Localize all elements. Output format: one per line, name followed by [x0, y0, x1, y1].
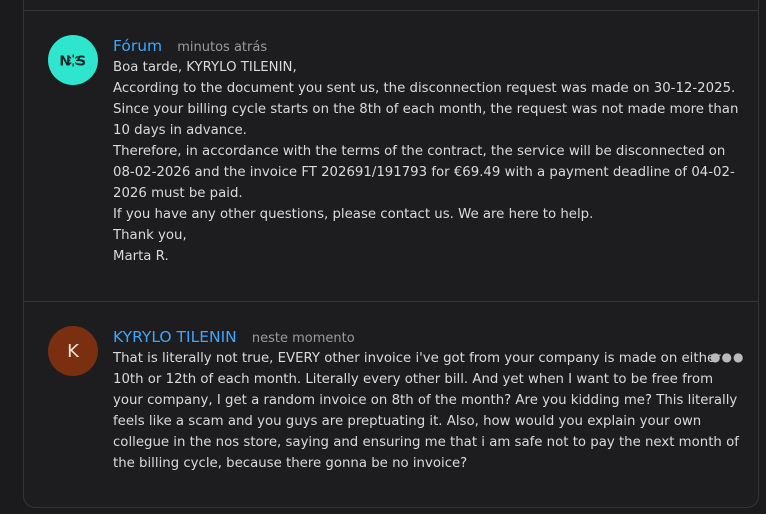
nos-logo-avatar[interactable]: N S	[48, 35, 98, 85]
comment-line: 08-02-2026 and the invoice FT 202691/191…	[113, 165, 735, 180]
comment-line: your company, I get a random invoice on …	[113, 393, 738, 408]
comment-line: That is literally not true, EVERY other …	[113, 351, 721, 366]
nos-logo-icon: N S	[59, 54, 86, 70]
comment-text: Boa tarde, KYRYLO TILENIN, According to …	[113, 57, 739, 267]
comment-line: collegue in the nos store, saying and en…	[113, 435, 739, 450]
comment-line: According to the document you sent us, t…	[113, 81, 736, 96]
comment-line: Thank you,	[113, 228, 187, 243]
comment-line: Since your billing cycle starts on the 8…	[113, 102, 739, 117]
comment-body: Fórum minutos atrás Boa tarde, KYRYLO TI…	[113, 35, 739, 267]
comment-header: KYRYLO TILENIN neste momento	[113, 326, 713, 348]
author-name-link[interactable]: Fórum	[113, 37, 162, 55]
comment-line: 10 days in advance.	[113, 123, 247, 138]
comment-divider	[24, 301, 758, 302]
comment-line: Boa tarde, KYRYLO TILENIN,	[113, 60, 297, 75]
user-avatar[interactable]: K	[48, 326, 98, 376]
top-divider	[24, 10, 758, 11]
comment-timestamp: neste momento	[251, 331, 355, 346]
author-name-link[interactable]: KYRYLO TILENIN	[113, 328, 237, 346]
comment-line: Marta R.	[113, 249, 169, 264]
comment-line: 2026 must be paid.	[113, 186, 243, 201]
comment-line: If you have any other questions, please …	[113, 207, 594, 222]
comment-line: Therefore, in accordance with the terms …	[113, 144, 726, 159]
more-horizontal-icon[interactable]: ●●●	[710, 350, 743, 364]
comment-post-user: K KYRYLO TILENIN neste momento That is l…	[48, 326, 739, 486]
comment-line: the billing cycle, because there gonna b…	[113, 456, 468, 471]
comment-body: KYRYLO TILENIN neste momento That is lit…	[113, 326, 739, 474]
comment-header: Fórum minutos atrás	[113, 35, 713, 57]
comment-post-forum: N S Fórum minutos atrás Boa tarde, KYRYL…	[48, 35, 739, 275]
comment-line: 10th or 12th of each month. Literally ev…	[113, 372, 714, 387]
avatar-initial: K	[67, 340, 79, 362]
comment-line: feels like a scam and you guys are prept…	[113, 414, 702, 429]
comment-timestamp: minutos atrás	[177, 40, 268, 55]
comment-text: That is literally not true, EVERY other …	[113, 348, 739, 474]
